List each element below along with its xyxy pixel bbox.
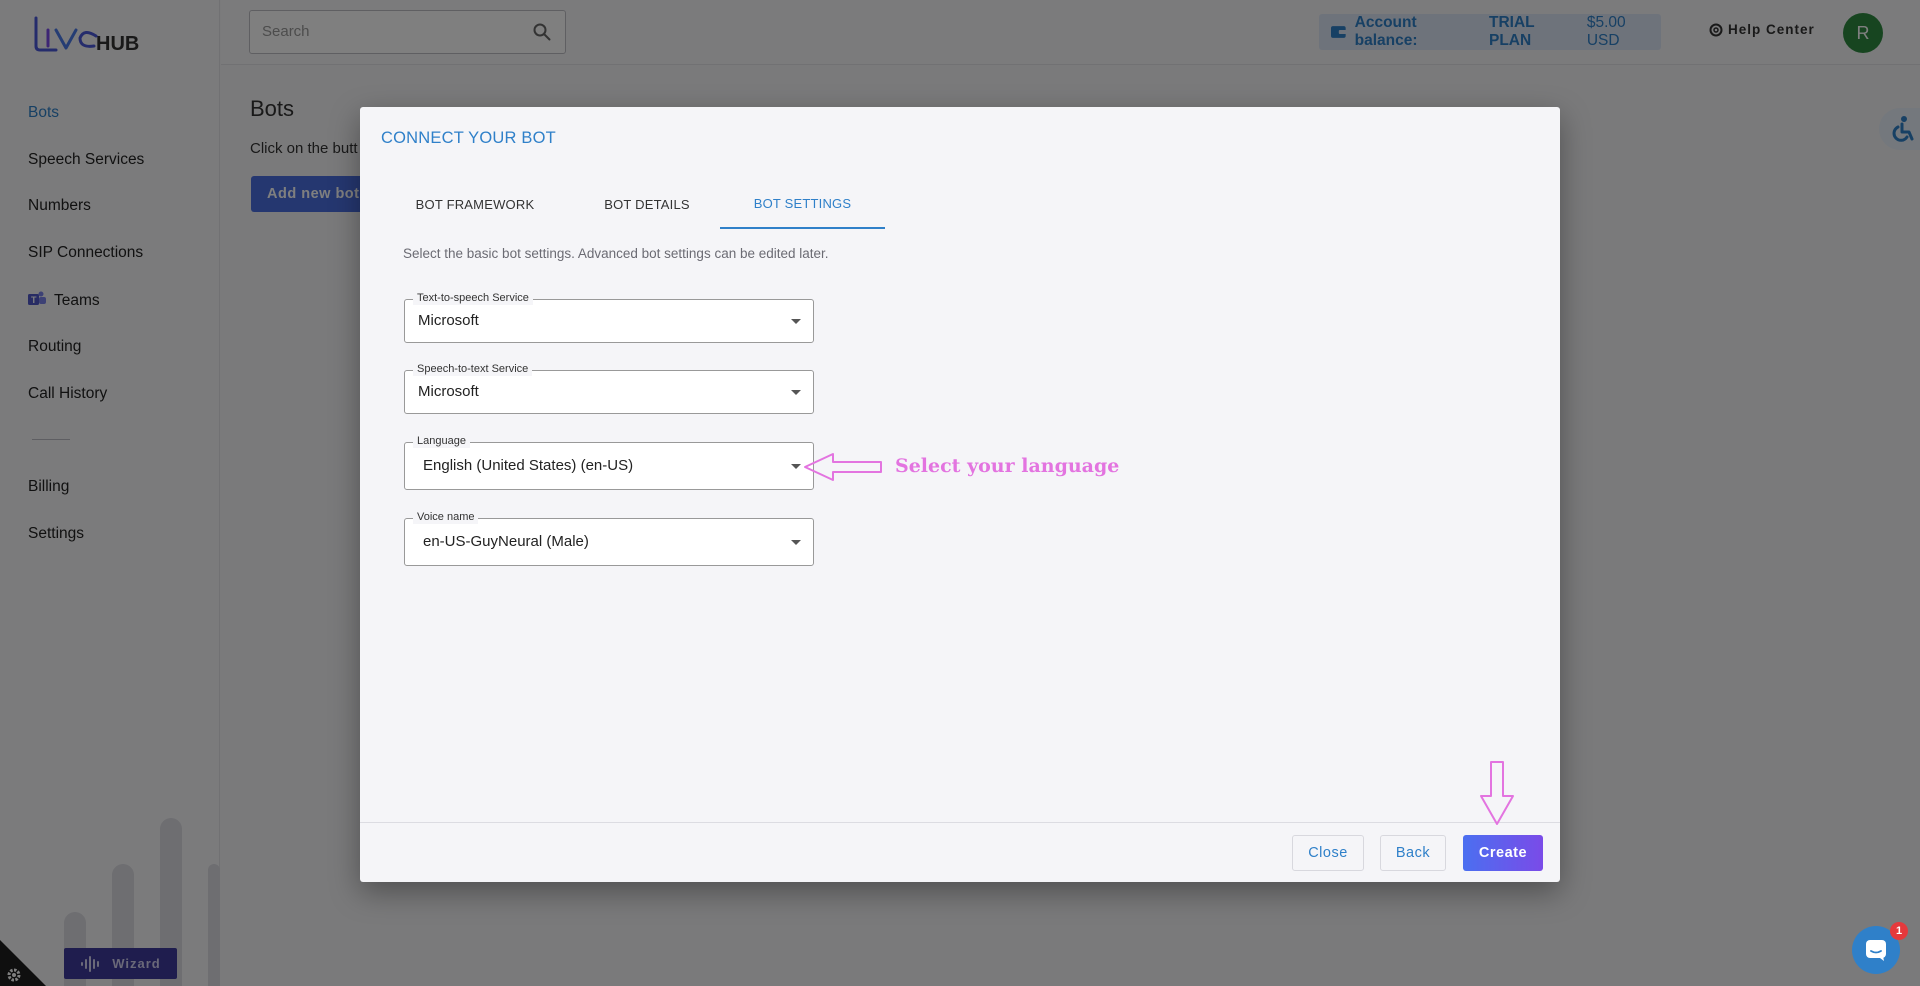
chevron-down-icon — [791, 319, 801, 324]
tab-bot-framework[interactable]: BOT FRAMEWORK — [400, 179, 550, 229]
tts-service-label: Text-to-speech Service — [413, 291, 533, 305]
create-button[interactable]: Create — [1463, 835, 1543, 871]
voice-name-select[interactable]: Voice name en-US-GuyNeural (Male) — [404, 510, 814, 566]
annotation-select-language: Select your language — [895, 455, 1120, 477]
stt-service-value: Microsoft — [418, 383, 479, 400]
left-arrow-annotation-icon — [804, 453, 882, 481]
voice-name-label: Voice name — [413, 510, 479, 524]
chevron-down-icon — [791, 540, 801, 545]
chevron-down-icon — [791, 390, 801, 395]
chevron-down-icon — [791, 464, 801, 469]
stt-service-label: Speech-to-text Service — [413, 362, 533, 376]
tts-service-select[interactable]: Text-to-speech Service Microsoft — [404, 291, 814, 343]
dialog-title: CONNECT YOUR BOT — [381, 129, 556, 147]
dialog-description: Select the basic bot settings. Advanced … — [403, 246, 829, 261]
voice-name-value: en-US-GuyNeural (Male) — [423, 533, 589, 550]
language-value: English (United States) (en-US) — [423, 457, 634, 474]
tts-service-value: Microsoft — [418, 312, 479, 329]
connect-bot-dialog: CONNECT YOUR BOT BOT FRAMEWORK BOT DETAI… — [360, 107, 1560, 882]
down-arrow-annotation-icon — [1480, 761, 1514, 825]
close-button[interactable]: Close — [1292, 835, 1364, 871]
chat-unread-badge: 1 — [1890, 922, 1908, 940]
stt-service-select[interactable]: Speech-to-text Service Microsoft — [404, 362, 814, 414]
language-label: Language — [413, 434, 470, 448]
tab-bot-details[interactable]: BOT DETAILS — [582, 179, 712, 229]
language-select[interactable]: Language English (United States) (en-US) — [404, 434, 814, 490]
dialog-footer: Close Back Create — [360, 822, 1560, 882]
tab-bot-settings[interactable]: BOT SETTINGS — [720, 179, 885, 229]
chat-icon — [1866, 940, 1886, 961]
back-button[interactable]: Back — [1380, 835, 1446, 871]
dialog-tabs: BOT FRAMEWORK BOT DETAILS BOT SETTINGS — [360, 179, 1560, 229]
